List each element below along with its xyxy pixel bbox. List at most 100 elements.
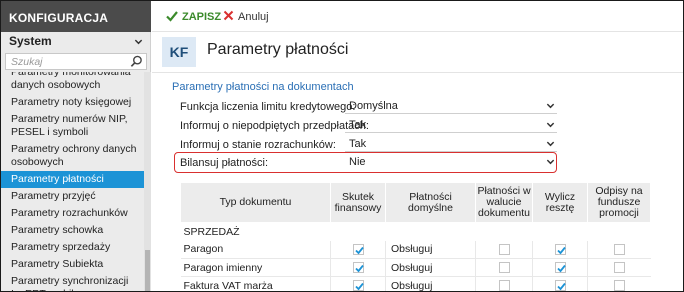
module-badge: KF bbox=[162, 37, 196, 67]
chevron-down-icon bbox=[546, 139, 555, 151]
cell-type: Paragon imienny bbox=[180, 258, 331, 277]
cell-reszta bbox=[532, 258, 588, 277]
sidebar-item-label: Parametry ochrony danych osobowych bbox=[11, 143, 137, 168]
sidebar-header: KONFIGURACJA bbox=[1, 1, 151, 32]
sidebar-search-input[interactable]: Szukaj bbox=[5, 53, 147, 70]
col-header-type[interactable]: Typ dokumentu bbox=[180, 182, 331, 223]
sidebar-item-label: Parametry synchronizacji InsERT mobile bbox=[11, 275, 129, 291]
sidebar-item-label: Parametry numerów NIP, PESEL i symboli bbox=[11, 113, 128, 138]
prepayments-select[interactable]: Tak bbox=[345, 118, 557, 133]
document-types-table: Typ dokumentu Skutek finansowy Płatności… bbox=[180, 182, 651, 291]
scrollbar-thumb[interactable] bbox=[145, 250, 150, 291]
col-header-skutek[interactable]: Skutek finansowy bbox=[330, 182, 386, 223]
sidebar-item-label: Parametry Subiekta bbox=[11, 258, 104, 270]
checkbox-unchecked[interactable] bbox=[498, 280, 510, 291]
select-value: Tak bbox=[349, 138, 367, 150]
chevron-down-icon bbox=[546, 157, 555, 169]
col-header-reszta[interactable]: Wylicz resztę bbox=[532, 182, 588, 223]
checkbox-unchecked[interactable] bbox=[498, 262, 510, 274]
save-label: ZAPISZ bbox=[182, 11, 222, 23]
search-icon[interactable] bbox=[130, 55, 143, 71]
sidebar-item-platnosci[interactable]: Parametry płatności bbox=[1, 171, 144, 188]
credit-limit-label: Funkcja liczenia limitu kredytowego: bbox=[180, 101, 356, 113]
cell-platnosci[interactable]: Obsługuj bbox=[385, 240, 476, 259]
chevron-down-icon bbox=[134, 35, 143, 49]
cell-platnosci[interactable]: Obsługuj bbox=[385, 258, 476, 277]
app-window: KONFIGURACJA System Szukaj Parametry mon… bbox=[0, 0, 684, 292]
toolbar: ZAPISZ Anuluj bbox=[152, 1, 683, 32]
sidebar-scrollbar[interactable] bbox=[144, 72, 151, 291]
checkbox-checked[interactable] bbox=[352, 243, 364, 255]
select-value: Tak bbox=[349, 119, 367, 131]
sidebar-item-sprzedaz[interactable]: Parametry sprzedaży bbox=[1, 239, 144, 256]
checkbox-checked[interactable] bbox=[554, 262, 566, 274]
search-placeholder: Szukaj bbox=[11, 56, 43, 68]
cell-reszta bbox=[532, 240, 588, 259]
sidebar-item-schowek[interactable]: Parametry schowka bbox=[1, 222, 144, 239]
sidebar-list: Parametry monitorowania danych osobowych… bbox=[1, 72, 144, 291]
sidebar-item-ochrona[interactable]: Parametry ochrony danych osobowych bbox=[1, 141, 144, 171]
chevron-down-icon bbox=[546, 120, 555, 132]
balance-payments-select[interactable]: Nie bbox=[345, 155, 557, 170]
group-label: SPRZEDAŻ bbox=[183, 225, 240, 238]
cell-type: Paragon bbox=[180, 240, 331, 259]
save-button[interactable]: ZAPISZ bbox=[166, 9, 221, 25]
checkbox-unchecked[interactable] bbox=[613, 262, 625, 274]
cell-odpisy bbox=[587, 240, 651, 259]
cell-skutek bbox=[330, 258, 386, 277]
sidebar-item-label: Parametry płatności bbox=[11, 173, 104, 185]
col-header-platnosci[interactable]: Płatności domyślne bbox=[385, 182, 476, 223]
col-header-waluta[interactable]: Płatności w walucie dokumentu bbox=[475, 182, 533, 223]
table-row[interactable]: Faktura VAT marża Obsługuj bbox=[180, 276, 651, 291]
settlements-select[interactable]: Tak bbox=[345, 137, 557, 152]
sidebar-item-monitorowanie[interactable]: Parametry monitorowania danych osobowych bbox=[1, 72, 144, 94]
sidebar-item-subiekt[interactable]: Parametry Subiekta bbox=[1, 256, 144, 273]
sidebar-item-synchronizacja[interactable]: Parametry synchronizacji InsERT mobile bbox=[1, 273, 144, 291]
checkbox-unchecked[interactable] bbox=[498, 243, 510, 255]
page-title: Parametry płatności bbox=[207, 41, 349, 58]
col-header-odpisy[interactable]: Odpisy na fundusze promocji bbox=[587, 182, 651, 223]
cell-skutek bbox=[330, 276, 386, 291]
checkbox-checked[interactable] bbox=[554, 280, 566, 291]
checkbox-checked[interactable] bbox=[352, 262, 364, 274]
sidebar-item-numery[interactable]: Parametry numerów NIP, PESEL i symboli bbox=[1, 111, 144, 141]
prepayments-label: Informuj o niepodpiętych przedpłatach: bbox=[180, 120, 369, 132]
cancel-button[interactable]: Anuluj bbox=[223, 9, 269, 25]
sidebar-item-label: Parametry sprzedaży bbox=[11, 241, 111, 253]
select-value: Domyślna bbox=[349, 100, 398, 112]
chevron-down-icon bbox=[546, 101, 555, 113]
cancel-label: Anuluj bbox=[238, 11, 269, 23]
table-header-row: Typ dokumentu Skutek finansowy Płatności… bbox=[180, 182, 651, 223]
cell-waluta bbox=[475, 240, 533, 259]
module-dropdown[interactable]: System bbox=[3, 32, 149, 50]
table-row[interactable]: Paragon imienny Obsługuj bbox=[180, 258, 651, 277]
sidebar-item-label: Parametry rozrachunków bbox=[11, 207, 128, 219]
sidebar-item-label: Parametry przyjęć bbox=[11, 190, 96, 202]
checkbox-unchecked[interactable] bbox=[613, 243, 625, 255]
sidebar-item-label: Parametry monitorowania danych osobowych bbox=[11, 72, 131, 91]
group-row: SPRZEDAŻ bbox=[181, 223, 651, 241]
checkmark-icon bbox=[166, 10, 182, 25]
select-value: Nie bbox=[349, 156, 366, 168]
sidebar-item-label: Parametry noty księgowej bbox=[11, 96, 132, 108]
cell-waluta bbox=[475, 258, 533, 277]
close-icon bbox=[223, 10, 238, 24]
cell-waluta bbox=[475, 276, 533, 291]
module-label: System bbox=[9, 34, 52, 48]
cell-reszta bbox=[532, 276, 588, 291]
cell-type: Faktura VAT marża bbox=[180, 276, 331, 291]
cell-platnosci[interactable]: Obsługuj bbox=[385, 276, 476, 291]
checkbox-checked[interactable] bbox=[554, 243, 566, 255]
sidebar-item-rozrachunki[interactable]: Parametry rozrachunków bbox=[1, 205, 144, 222]
sidebar-item-noty[interactable]: Parametry noty księgowej bbox=[1, 94, 144, 111]
settlements-label: Informuj o stanie rozrachunków: bbox=[180, 139, 336, 151]
divider bbox=[152, 72, 683, 73]
checkbox-checked[interactable] bbox=[352, 280, 364, 291]
sidebar-item-label: Parametry schowka bbox=[11, 224, 104, 236]
credit-limit-select[interactable]: Domyślna bbox=[345, 99, 557, 114]
balance-payments-label: Bilansuj płatności: bbox=[180, 157, 269, 169]
sidebar-item-przyjecia[interactable]: Parametry przyjęć bbox=[1, 188, 144, 205]
checkbox-unchecked[interactable] bbox=[613, 280, 625, 291]
cell-odpisy bbox=[587, 258, 651, 277]
table-row[interactable]: Paragon Obsługuj bbox=[180, 240, 651, 259]
